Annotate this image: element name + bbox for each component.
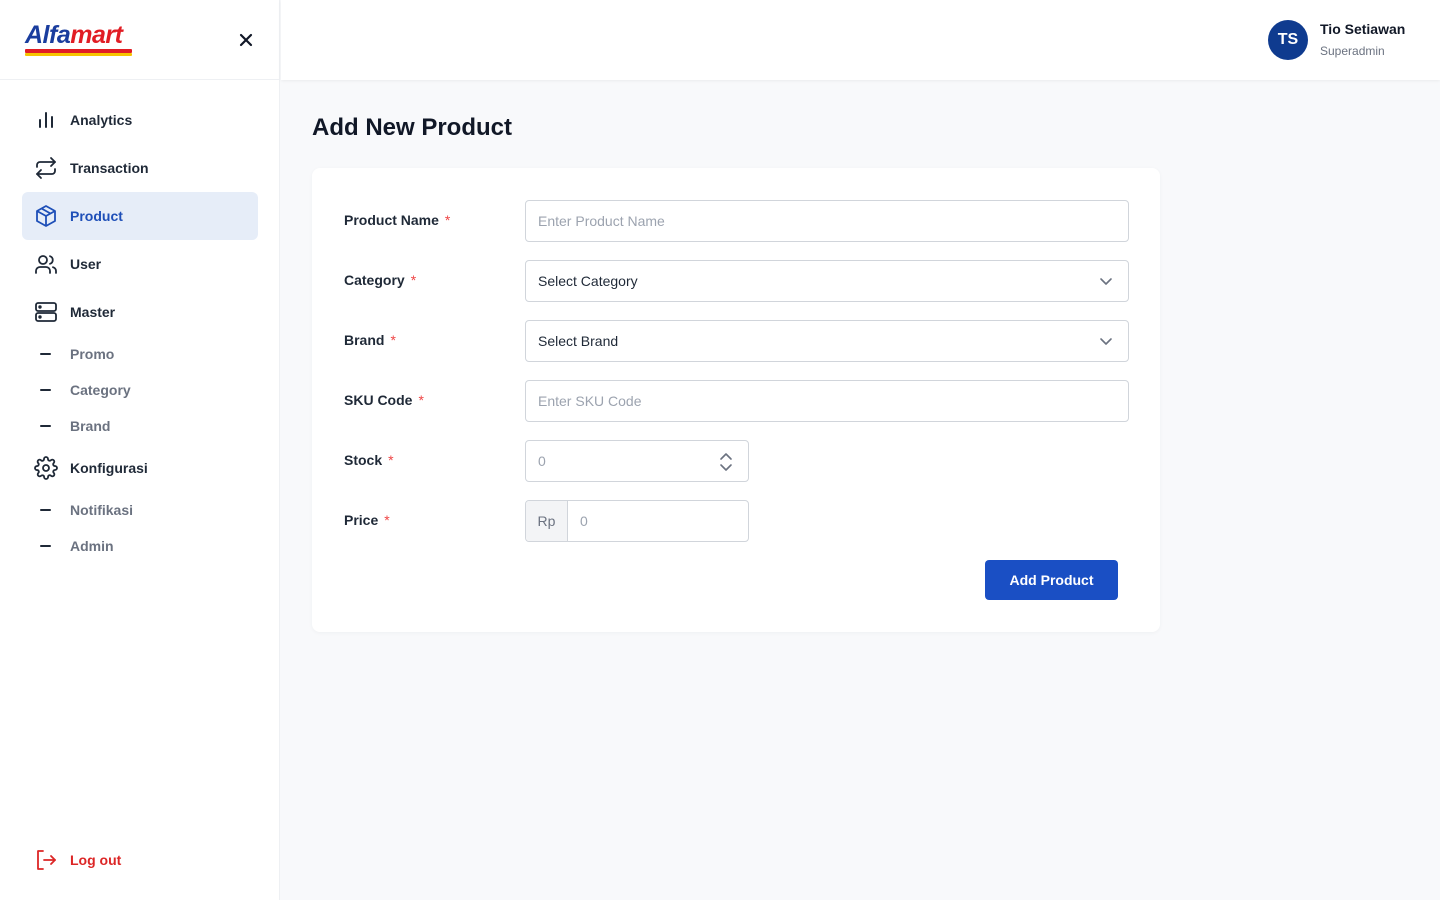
sidebar-item-product[interactable]: Product [22, 192, 258, 240]
dash-icon [40, 545, 51, 547]
dash-icon [40, 425, 51, 427]
sidebar-subitem-label: Category [70, 382, 131, 398]
required-asterisk: * [384, 512, 390, 528]
sidebar-item-user[interactable]: User [22, 240, 258, 288]
gear-icon [34, 456, 58, 480]
sku-code-input[interactable] [538, 393, 1128, 409]
sku-code-field [525, 380, 1129, 422]
product-name-field [525, 200, 1129, 242]
logout-label: Log out [70, 852, 122, 868]
brand-row: Brand * Select Brand [344, 320, 1129, 362]
top-header: TS Tio Setiawan Superadmin [281, 0, 1440, 80]
stepper-icon[interactable] [718, 452, 734, 472]
alfamart-logo[interactable]: Alfamart [25, 22, 135, 58]
sidebar-item-label: Master [70, 304, 116, 320]
sidebar-item-label: User [70, 256, 102, 272]
category-select[interactable]: Select Category [525, 260, 1129, 302]
close-sidebar-button[interactable] [234, 28, 258, 52]
required-asterisk: * [390, 332, 396, 348]
sidebar-item-label: Analytics [70, 112, 133, 128]
sidebar-header: Alfamart [0, 0, 279, 80]
brand-select-value: Select Brand [538, 333, 619, 349]
sidebar-subitem-label: Brand [70, 418, 111, 434]
sidebar-subitem-admin[interactable]: Admin [22, 528, 258, 564]
sidebar-item-master[interactable]: Master [22, 288, 258, 336]
required-asterisk: * [418, 392, 424, 408]
sidebar-subitem-promo[interactable]: Promo [22, 336, 258, 372]
arrows-repeat-icon [34, 156, 58, 180]
brand-label: Brand * [344, 332, 396, 348]
dash-icon [40, 353, 51, 355]
sidebar-nav: Analytics Transaction Product User Maste… [22, 96, 258, 564]
stock-row: Stock * 0 [344, 440, 1129, 482]
price-value: 0 [580, 513, 588, 529]
sidebar-subitem-notifikasi[interactable]: Notifikasi [22, 492, 258, 528]
add-product-button[interactable]: Add Product [985, 560, 1118, 600]
page-title: Add New Product [312, 114, 513, 141]
required-asterisk: * [388, 452, 394, 468]
brand-select[interactable]: Select Brand [525, 320, 1129, 362]
users-icon [34, 252, 58, 276]
currency-prefix: Rp [526, 501, 568, 541]
add-product-form: Product Name* Category* Select Category … [312, 168, 1160, 632]
sku-code-row: SKU Code * [344, 380, 1129, 422]
sidebar: Alfamart Analytics Transaction Product U… [0, 0, 280, 900]
logo-text-mart: mart [70, 21, 123, 49]
chevron-down-icon [1100, 278, 1112, 285]
dash-icon [40, 389, 51, 391]
category-select-value: Select Category [538, 273, 638, 289]
dash-icon [40, 509, 51, 511]
bar-chart-icon [34, 108, 58, 132]
sidebar-subitem-label: Promo [70, 346, 115, 362]
sidebar-item-transaction[interactable]: Transaction [22, 144, 258, 192]
stock-label: Stock * [344, 452, 394, 468]
sidebar-item-konfigurasi[interactable]: Konfigurasi [22, 444, 258, 492]
sidebar-item-label: Transaction [70, 160, 149, 176]
logout-icon [37, 850, 56, 870]
logout-button[interactable]: Log out [34, 848, 121, 872]
close-icon [239, 33, 253, 47]
user-role: Superadmin [1320, 44, 1385, 58]
stock-value: 0 [538, 453, 546, 469]
category-label: Category * [344, 272, 417, 288]
category-row: Category * Select Category [344, 260, 1129, 302]
user-name[interactable]: Tio Setiawan [1320, 21, 1405, 37]
sku-code-label: SKU Code * [344, 392, 424, 408]
sidebar-subitem-brand[interactable]: Brand [22, 408, 258, 444]
sidebar-subitem-category[interactable]: Category [22, 372, 258, 408]
logo-yellow-stripe [25, 53, 132, 56]
product-name-row: Product Name * [344, 200, 1129, 242]
price-row: Price * Rp 0 [344, 500, 1129, 542]
product-name-label: Product Name * [344, 212, 451, 228]
price-label: Price * [344, 512, 390, 528]
server-icon [34, 300, 58, 324]
product-name-input[interactable] [538, 213, 1128, 229]
sidebar-item-analytics[interactable]: Analytics [22, 96, 258, 144]
required-asterisk: * [444, 212, 451, 228]
avatar[interactable]: TS [1268, 20, 1308, 60]
sidebar-subitem-label: Notifikasi [70, 502, 134, 518]
chevron-down-icon [1100, 338, 1112, 345]
stock-input[interactable]: 0 [525, 440, 749, 482]
cube-icon [34, 204, 58, 228]
sidebar-item-label: Product [70, 208, 123, 224]
price-input[interactable]: Rp 0 [525, 500, 749, 542]
sidebar-subitem-label: Admin [70, 538, 114, 554]
logo-text-alfa: Alfa [25, 21, 71, 49]
required-asterisk: * [410, 272, 417, 288]
sidebar-item-label: Konfigurasi [70, 460, 148, 476]
